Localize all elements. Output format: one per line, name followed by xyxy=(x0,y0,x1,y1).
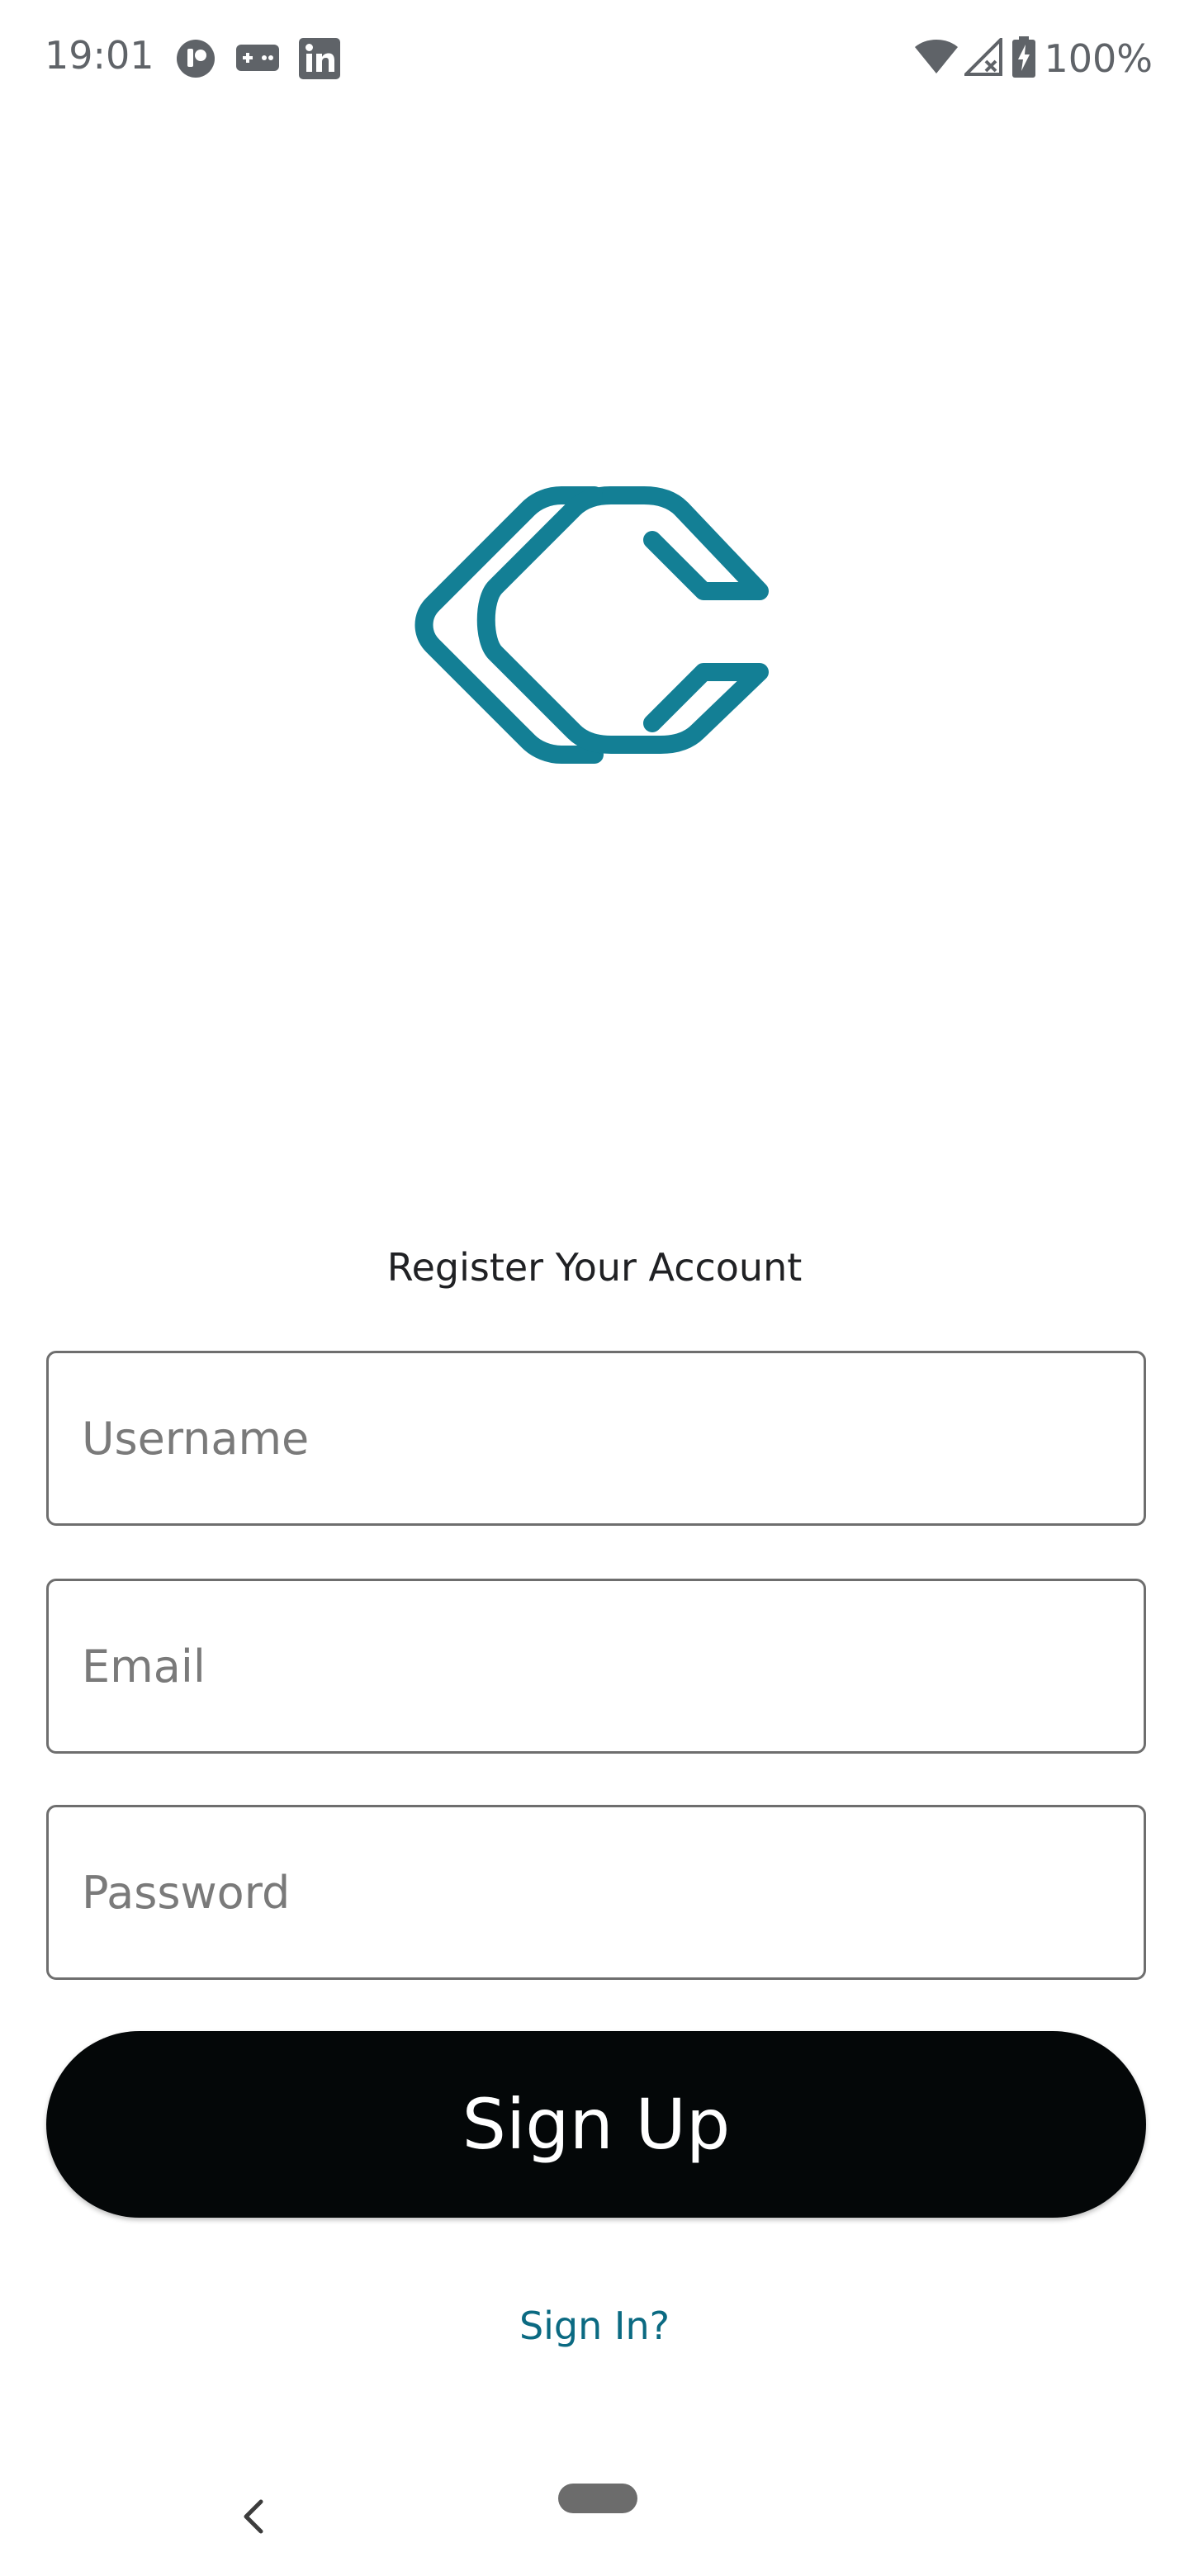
register-title: Register Your Account xyxy=(386,1245,803,1290)
wifi-icon xyxy=(913,39,959,78)
sign-up-button[interactable]: Sign Up xyxy=(46,2031,1146,2218)
home-pill-icon[interactable] xyxy=(558,2484,637,2513)
battery-percentage: 100% xyxy=(1044,36,1153,81)
password-input[interactable] xyxy=(46,1805,1146,1980)
status-right: 100% xyxy=(913,30,1153,88)
app-logo xyxy=(396,429,793,859)
sign-in-link[interactable]: Sign In? xyxy=(0,2304,1189,2348)
linkedin-icon xyxy=(299,38,340,83)
username-input[interactable] xyxy=(46,1351,1146,1526)
status-time: 19:01 xyxy=(45,33,154,78)
app-notification-icon xyxy=(175,38,216,83)
status-bar: 19:01 100% xyxy=(0,0,1189,116)
email-input[interactable] xyxy=(46,1579,1146,1754)
back-icon[interactable] xyxy=(241,2498,264,2538)
no-signal-icon xyxy=(962,36,1003,79)
controller-icon xyxy=(236,45,279,74)
battery-charging-icon xyxy=(1012,36,1036,81)
c-logo-icon xyxy=(414,486,769,764)
